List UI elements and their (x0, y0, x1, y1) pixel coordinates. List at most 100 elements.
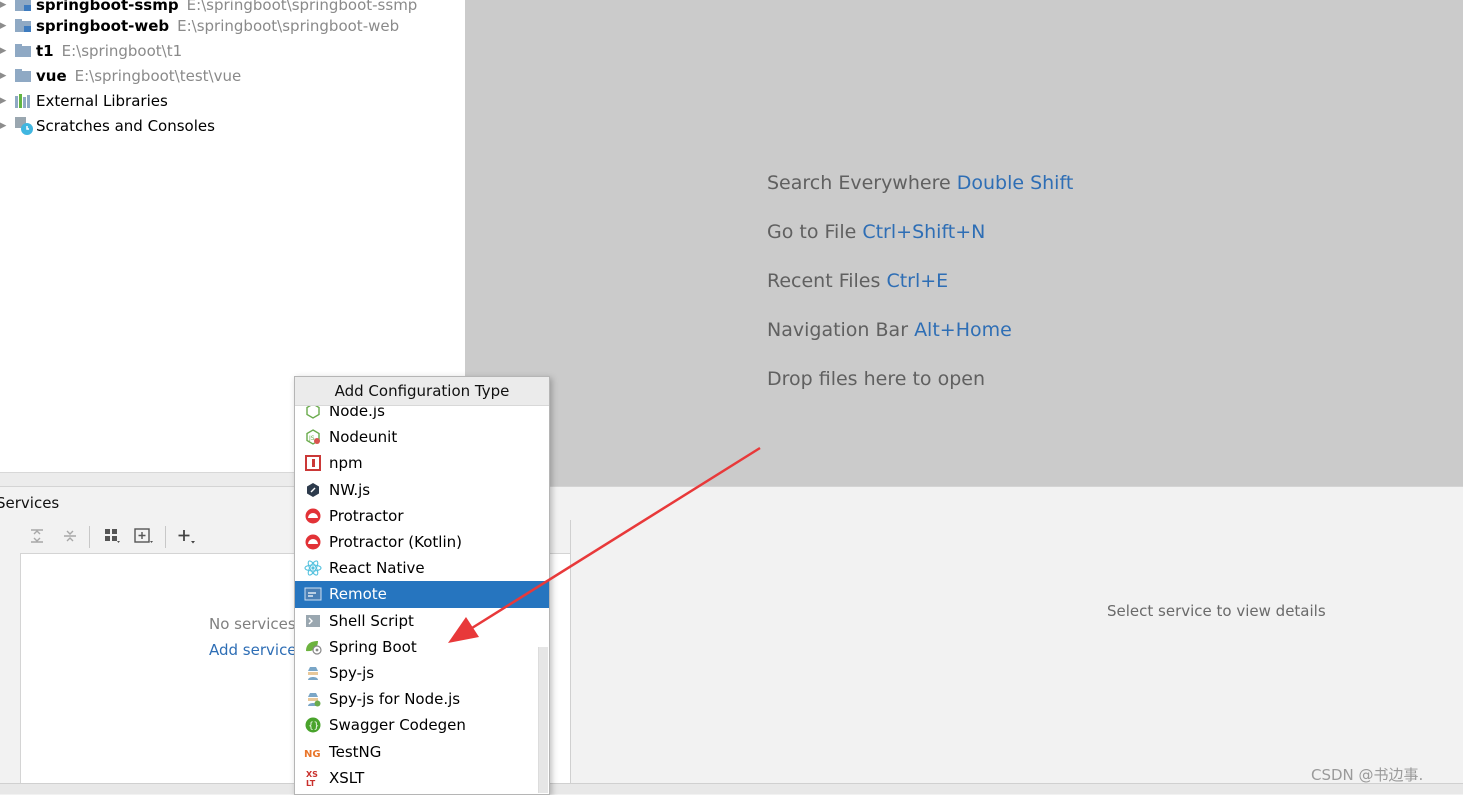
config-item-spy-js-node[interactable]: Spy-js for Node.js (295, 686, 549, 712)
config-item-testng[interactable]: NG TestNG (295, 738, 549, 764)
config-item-swagger-codegen[interactable]: {} Swagger Codegen (295, 712, 549, 738)
module-path: E:\springboot\springboot-web (177, 16, 400, 35)
xslt-icon: XS LT (304, 769, 322, 787)
svg-text:{}: {} (308, 722, 319, 732)
svg-text:XS: XS (306, 770, 318, 779)
svg-text:NG: NG (304, 749, 321, 759)
config-item-label: Spy-js for Node.js (329, 690, 461, 709)
config-item-label: npm (329, 454, 363, 473)
config-item-label: Swagger Codegen (329, 716, 466, 735)
module-folder-icon (14, 0, 34, 13)
tree-row-springboot-web[interactable]: ▶ springboot-web E:\springboot\springboo… (0, 13, 399, 38)
config-item-protractor-kotlin[interactable]: Protractor (Kotlin) (295, 529, 549, 555)
config-item-label: Spring Boot (329, 637, 417, 656)
module-path: E:\springboot\t1 (61, 41, 183, 60)
expand-all-icon[interactable] (26, 526, 48, 546)
spy-js-icon (304, 664, 322, 682)
watermark: CSDN @书边事. (1311, 766, 1424, 784)
module-name: vue (36, 66, 67, 85)
expand-arrow-icon[interactable]: ▶ (0, 21, 10, 31)
testng-icon: NG (304, 743, 322, 761)
spy-js-node-icon (304, 690, 322, 708)
libraries-icon (14, 93, 34, 109)
configuration-type-list: Node.js JS Nodeunit npm NW.js Protractor… (295, 398, 549, 791)
nodeunit-icon: JS (304, 428, 322, 446)
expand-arrow-icon[interactable]: ▶ (0, 46, 10, 56)
npm-icon (304, 454, 322, 472)
toolbar-separator (165, 526, 166, 548)
tree-label: Scratches and Consoles (36, 116, 215, 135)
config-item-label: Spy-js (329, 663, 375, 682)
group-by-icon[interactable] (101, 526, 123, 546)
add-icon[interactable] (175, 526, 197, 546)
popup-scrollbar[interactable] (538, 647, 548, 793)
popup-title: Add Configuration Type (295, 377, 549, 406)
new-tab-icon[interactable] (133, 526, 155, 546)
svg-text:LT: LT (306, 779, 316, 787)
select-service-placeholder: Select service to view details (1107, 602, 1326, 620)
protractor-icon (304, 507, 322, 525)
config-item-label: Shell Script (329, 611, 414, 630)
config-item-label: TestNG (329, 742, 382, 761)
hint-text: Search Everywhere (767, 172, 951, 194)
config-item-protractor[interactable]: Protractor (295, 503, 549, 529)
config-item-remote[interactable]: Remote (295, 581, 549, 608)
services-detail-pane (571, 520, 1463, 785)
expand-arrow-icon[interactable]: ▶ (0, 71, 10, 81)
module-path: E:\springboot\test\vue (74, 66, 242, 85)
services-title: Services (0, 494, 60, 512)
config-item-label: Remote (329, 585, 387, 604)
collapse-all-icon[interactable] (59, 526, 81, 546)
protractor-icon (304, 533, 322, 551)
config-item-npm[interactable]: npm (295, 450, 549, 476)
config-item-spring-boot[interactable]: Spring Boot (295, 634, 549, 660)
nwjs-icon (304, 481, 322, 499)
config-item-label: NW.js (329, 480, 371, 499)
hint-go-to-file: Go to File Ctrl+Shift+N (767, 221, 985, 243)
hint-search-everywhere: Search Everywhere Double Shift (767, 172, 1073, 194)
tree-row-vue[interactable]: ▶ vue E:\springboot\test\vue (0, 63, 241, 88)
config-item-label: Protractor (329, 506, 404, 525)
hint-shortcut: Alt+Home (914, 319, 1012, 341)
scratches-icon (14, 116, 34, 135)
hint-shortcut: Ctrl+Shift+N (862, 221, 986, 243)
services-side-strip (0, 520, 21, 793)
config-item-nwjs[interactable]: NW.js (295, 477, 549, 503)
config-item-nodeunit[interactable]: JS Nodeunit (295, 424, 549, 450)
hint-shortcut: Ctrl+E (886, 270, 949, 292)
hint-text: Go to File (767, 221, 857, 243)
shell-script-icon (304, 612, 322, 630)
config-item-shell-script[interactable]: Shell Script (295, 608, 549, 634)
expand-arrow-icon[interactable]: ▶ (0, 96, 10, 106)
tree-row-external-libraries[interactable]: ▶ External Libraries (0, 88, 168, 113)
module-name: t1 (36, 41, 54, 60)
config-item-label: React Native (329, 559, 425, 578)
module-name: springboot-ssmp (36, 0, 179, 14)
tree-row-t1[interactable]: ▶ t1 E:\springboot\t1 (0, 38, 182, 63)
config-item-xslt[interactable]: XS LT XSLT (295, 765, 549, 791)
toolbar-separator (89, 526, 90, 548)
config-item-spy-js[interactable]: Spy-js (295, 660, 549, 686)
tree-row-scratches[interactable]: ▶ Scratches and Consoles (0, 113, 215, 138)
add-configuration-type-popup: Node.js JS Nodeunit npm NW.js Protractor… (294, 376, 550, 795)
config-item-label: Protractor (Kotlin) (329, 533, 462, 552)
module-path: E:\springboot\springboot-ssmp (186, 0, 418, 14)
tree-label: External Libraries (36, 91, 168, 110)
folder-icon (14, 43, 34, 59)
hint-recent-files: Recent Files Ctrl+E (767, 270, 948, 292)
services-panel-header: Services (0, 486, 1463, 521)
add-service-link[interactable]: Add service (209, 641, 297, 659)
hint-text: Recent Files (767, 270, 881, 292)
expand-arrow-icon[interactable]: ▶ (0, 0, 10, 10)
hint-text: Navigation Bar (767, 319, 909, 341)
module-name: springboot-web (36, 16, 170, 35)
spring-boot-icon (304, 638, 322, 656)
hint-navigation-bar: Navigation Bar Alt+Home (767, 319, 1012, 341)
expand-arrow-icon[interactable]: ▶ (0, 121, 10, 131)
no-services-text: No services (209, 615, 296, 633)
editor-empty-area: Search Everywhere Double Shift Go to Fil… (465, 0, 1463, 486)
svg-text:JS: JS (308, 435, 315, 442)
config-item-react-native[interactable]: React Native (295, 555, 549, 581)
hint-drop-files: Drop files here to open (767, 368, 986, 390)
remote-icon (304, 585, 322, 603)
